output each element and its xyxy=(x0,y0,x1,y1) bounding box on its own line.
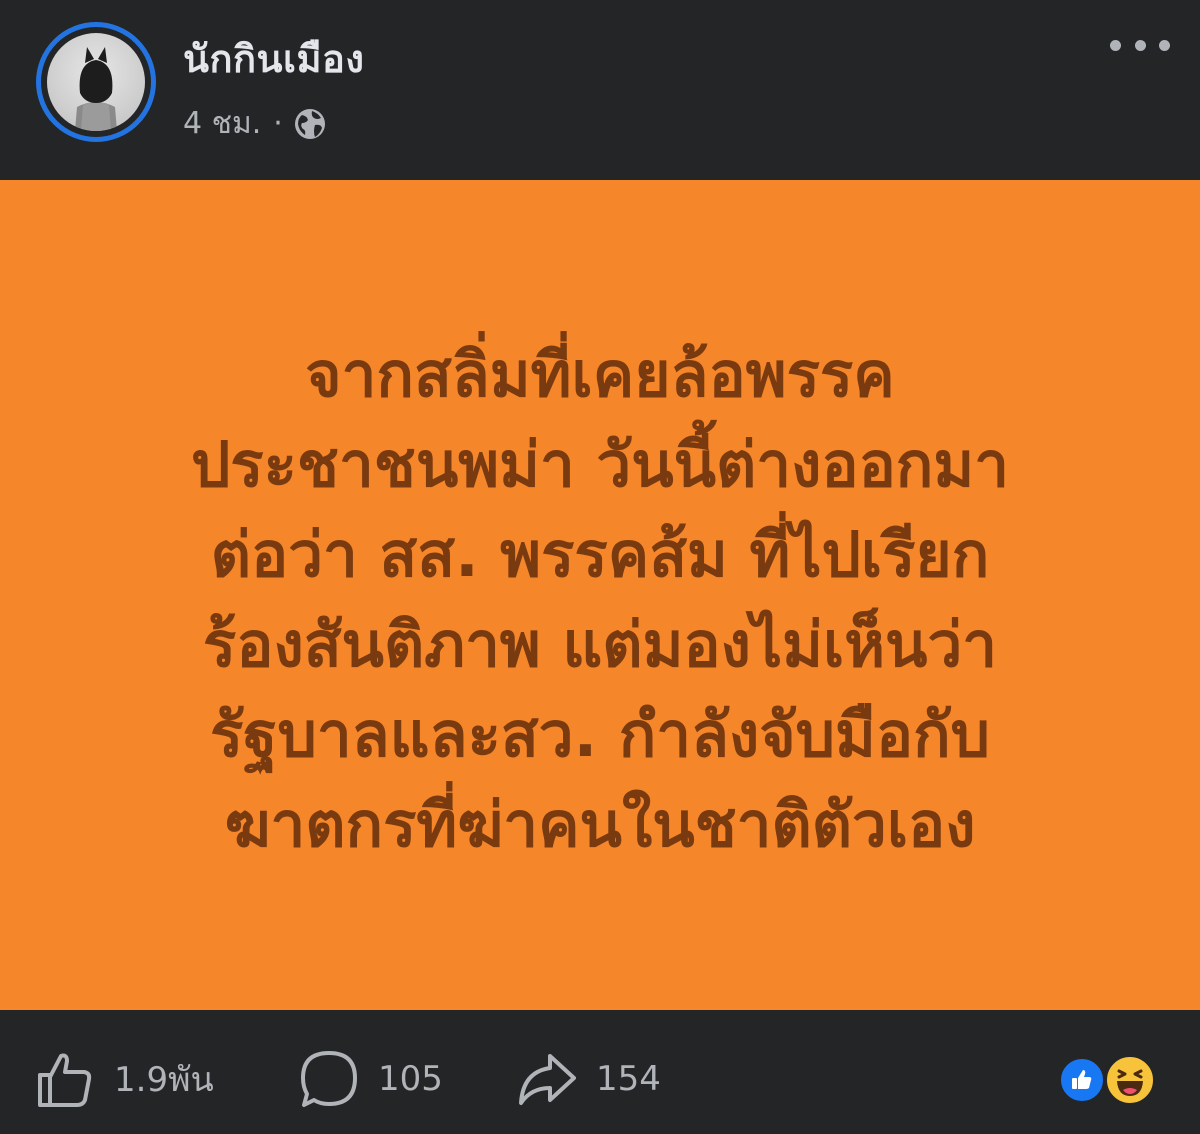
meta-separator: · xyxy=(273,106,283,141)
post-text-line: ประชาชนพม่า วันนี้ต่างออกมา xyxy=(190,428,1010,501)
comment-button[interactable]: 105 xyxy=(298,1048,443,1110)
facebook-post: นักกินเมือง 4 ชม. · จากสลิ่มที่เคยล้อพรร… xyxy=(0,0,1200,1134)
post-meta: 4 ชม. · xyxy=(183,100,327,147)
avatar-image xyxy=(47,33,145,131)
comment-count: 105 xyxy=(378,1059,443,1099)
reaction-summary[interactable] xyxy=(1058,1054,1158,1106)
post-text-line: ร้องสันติภาพ แต่มองไม่เห็นว่า xyxy=(202,608,998,681)
post-content: จากสลิ่มที่เคยล้อพรรค ประชาชนพม่า วันนี้… xyxy=(0,180,1200,1010)
author-name[interactable]: นักกินเมือง xyxy=(183,28,364,89)
more-dot xyxy=(1134,39,1146,51)
post-text-line: ต่อว่า สส. พรรคส้ม ที่ไปเรียก xyxy=(210,518,990,591)
post-text: จากสลิ่มที่เคยล้อพรรค ประชาชนพม่า วันนี้… xyxy=(191,330,1009,870)
more-dot xyxy=(1110,39,1121,51)
like-reaction-icon xyxy=(1058,1056,1106,1104)
share-button[interactable]: 154 xyxy=(516,1048,661,1110)
more-options-button[interactable] xyxy=(1110,30,1170,60)
like-count: 1.9พัน xyxy=(114,1060,214,1100)
globe-icon[interactable] xyxy=(293,107,327,141)
share-arrow-icon xyxy=(519,1054,576,1105)
post-time[interactable]: 4 ชม. xyxy=(183,100,261,147)
post-text-line: จากสลิ่มที่เคยล้อพรรค xyxy=(305,338,895,411)
like-button[interactable]: 1.9พัน xyxy=(34,1048,214,1110)
avatar[interactable] xyxy=(36,22,156,142)
post-text-line: ฆาตกรที่ฆ่าคนในชาติตัวเอง xyxy=(224,788,976,861)
post-text-line: รัฐบาลและสว. กำลังจับมือกับ xyxy=(209,698,991,771)
thumbs-up-icon xyxy=(38,1053,92,1107)
post-header: นักกินเมือง 4 ชม. · xyxy=(0,0,1200,180)
comment-bubble-icon xyxy=(301,1051,357,1107)
post-footer: 1.9พัน 105 154 xyxy=(0,1010,1200,1134)
more-dot xyxy=(1159,39,1170,51)
haha-reaction-icon xyxy=(1104,1054,1156,1106)
girl-portrait-icon xyxy=(75,47,117,131)
share-count: 154 xyxy=(596,1059,661,1099)
